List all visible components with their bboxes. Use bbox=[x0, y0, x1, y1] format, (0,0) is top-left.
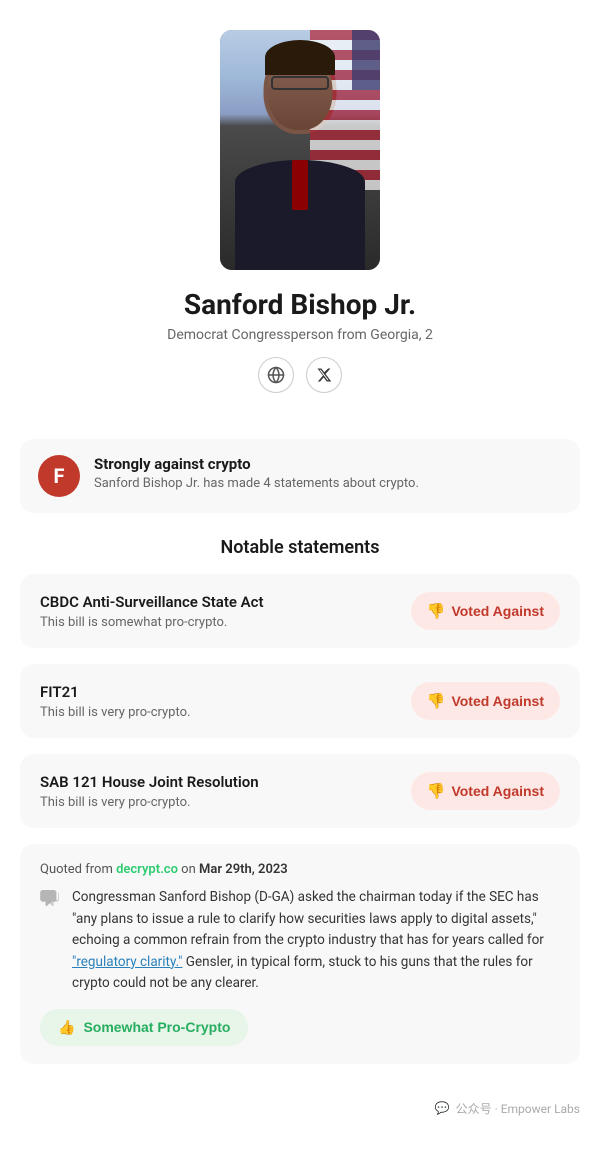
somewhat-pro-crypto-btn[interactable]: 👍 Somewhat Pro-Crypto bbox=[40, 1009, 248, 1046]
voted-against-btn-2[interactable]: 👎 Voted Against bbox=[411, 682, 560, 720]
notable-statements-title: Notable statements bbox=[0, 537, 600, 558]
photo-hair bbox=[265, 40, 335, 75]
photo-tie bbox=[292, 160, 308, 210]
watermark-text: 公众号 · Empower Labs bbox=[456, 1100, 580, 1117]
thumbs-up-icon: 👍 bbox=[58, 1019, 75, 1036]
rating-description: Sanford Bishop Jr. has made 4 statements… bbox=[94, 476, 562, 491]
bill-info-3: SAB 121 House Joint Resolution This bill… bbox=[40, 773, 399, 810]
quote-body: Congressman Sanford Bishop (D-GA) asked … bbox=[40, 887, 560, 995]
bill-info-2: FIT21 This bill is very pro-crypto. bbox=[40, 683, 399, 720]
watermark: 💬 公众号 · Empower Labs bbox=[0, 1080, 600, 1137]
quote-source-on: on bbox=[181, 862, 199, 877]
politician-subtitle: Democrat Congressperson from Georgia, 2 bbox=[167, 327, 433, 343]
quote-source: Quoted from decrypt.co on Mar 29th, 2023 bbox=[40, 862, 560, 877]
thumbs-down-icon-2: 👎 bbox=[427, 692, 446, 710]
bill-card-1: CBDC Anti-Surveillance State Act This bi… bbox=[20, 574, 580, 648]
quote-text-link[interactable]: "regulatory clarity." bbox=[72, 954, 182, 970]
bg-blue bbox=[352, 30, 380, 90]
website-button[interactable] bbox=[258, 357, 294, 393]
thumbs-down-icon-3: 👎 bbox=[427, 782, 446, 800]
profile-section: Sanford Bishop Jr. Democrat Congresspers… bbox=[0, 0, 600, 423]
quote-card: Quoted from decrypt.co on Mar 29th, 2023… bbox=[20, 844, 580, 1064]
rating-text: Strongly against crypto Sanford Bishop J… bbox=[94, 455, 562, 491]
bill-name-3: SAB 121 House Joint Resolution bbox=[40, 773, 399, 791]
bill-name-1: CBDC Anti-Surveillance State Act bbox=[40, 593, 399, 611]
sentiment-label: Somewhat Pro-Crypto bbox=[83, 1019, 230, 1035]
rating-grade: F bbox=[38, 455, 80, 497]
bill-desc-1: This bill is somewhat pro-crypto. bbox=[40, 615, 399, 630]
thumbs-down-icon-1: 👎 bbox=[427, 602, 446, 620]
quote-source-prefix: Quoted from bbox=[40, 862, 113, 877]
politician-name: Sanford Bishop Jr. bbox=[184, 288, 416, 321]
bill-info-1: CBDC Anti-Surveillance State Act This bi… bbox=[40, 593, 399, 630]
rating-title: Strongly against crypto bbox=[94, 455, 562, 473]
quote-source-date: Mar 29th, 2023 bbox=[199, 862, 288, 877]
voted-against-label-3: Voted Against bbox=[451, 783, 544, 799]
bill-card-2: FIT21 This bill is very pro-crypto. 👎 Vo… bbox=[20, 664, 580, 738]
twitter-button[interactable] bbox=[306, 357, 342, 393]
quote-text-part1: Congressman Sanford Bishop (D-GA) asked … bbox=[72, 889, 544, 948]
voted-against-label-2: Voted Against bbox=[451, 693, 544, 709]
voted-against-label-1: Voted Against bbox=[451, 603, 544, 619]
bill-desc-3: This bill is very pro-crypto. bbox=[40, 795, 399, 810]
voted-against-btn-3[interactable]: 👎 Voted Against bbox=[411, 772, 560, 810]
watermark-icon: 💬 bbox=[435, 1101, 450, 1115]
profile-photo bbox=[220, 30, 380, 270]
quote-source-link[interactable]: decrypt.co bbox=[116, 862, 178, 877]
bill-card-3: SAB 121 House Joint Resolution This bill… bbox=[20, 754, 580, 828]
social-links bbox=[258, 357, 342, 393]
bill-name-2: FIT21 bbox=[40, 683, 399, 701]
quote-icon bbox=[40, 889, 62, 913]
photo-glasses bbox=[271, 76, 329, 90]
voted-against-btn-1[interactable]: 👎 Voted Against bbox=[411, 592, 560, 630]
bill-desc-2: This bill is very pro-crypto. bbox=[40, 705, 399, 720]
quote-text: Congressman Sanford Bishop (D-GA) asked … bbox=[72, 887, 560, 995]
rating-card: F Strongly against crypto Sanford Bishop… bbox=[20, 439, 580, 513]
